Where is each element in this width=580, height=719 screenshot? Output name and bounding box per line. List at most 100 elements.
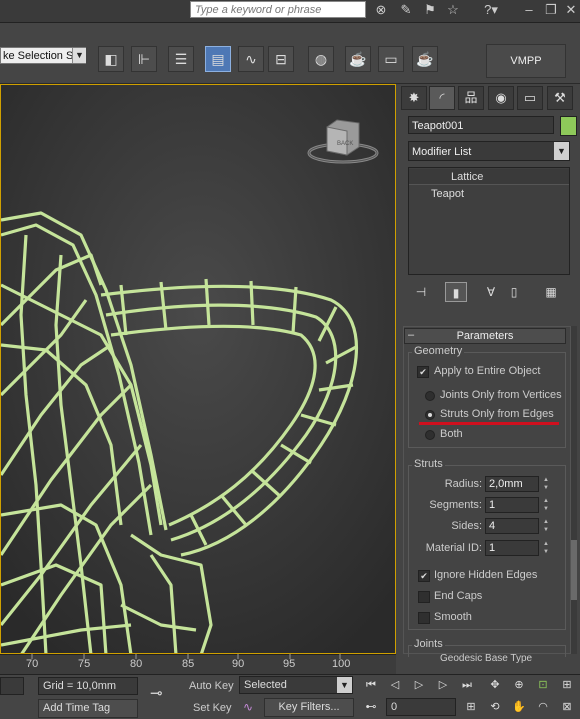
set-key-button[interactable]: Set Key	[193, 702, 232, 714]
smooth-label: Smooth	[434, 611, 472, 623]
collapse-icon[interactable]: –	[408, 328, 414, 342]
restore-icon[interactable]: ❐	[544, 1, 558, 19]
key-mode-icon[interactable]: ∿	[243, 700, 253, 714]
radio-joints-only-label: Joints Only from Vertices	[440, 389, 562, 401]
rendered-frame-icon[interactable]: ▭	[378, 46, 404, 72]
wrench-icon[interactable]: ✎	[398, 1, 414, 19]
auto-key-button[interactable]: Auto Key	[189, 680, 234, 692]
add-time-tag-button[interactable]: Add Time Tag	[38, 699, 138, 718]
grid-readout: Grid = 10,0mm	[38, 677, 138, 695]
radio-both-label: Both	[440, 428, 463, 440]
scene-explorer-icon[interactable]: ▤	[205, 46, 231, 72]
chevron-down-icon[interactable]: ▼	[72, 48, 86, 63]
rollout-header[interactable]: Parameters	[404, 328, 566, 344]
lattice-teapot-wireframe: BACK	[1, 85, 395, 653]
scrollbar-thumb[interactable]	[571, 540, 577, 600]
show-end-result-icon[interactable]: ▮	[445, 282, 467, 302]
render-teapot-icon[interactable]: ☕	[412, 46, 438, 72]
curve-editor-icon[interactable]: ∿	[238, 46, 264, 72]
apply-entire-checkbox[interactable]: ✔	[417, 366, 429, 378]
segments-spinner[interactable]: ▲ ▼	[541, 497, 551, 513]
help-icon[interactable]: ?▾	[480, 1, 502, 19]
dope-sheet-icon[interactable]: ⊟	[268, 46, 294, 72]
viewport-perspective[interactable]: BACK	[0, 84, 396, 654]
play-icon[interactable]: ▷	[410, 676, 428, 694]
go-to-end-icon[interactable]: ⏭	[458, 676, 476, 694]
previous-frame-icon[interactable]: ◁	[386, 676, 404, 694]
minimize-icon[interactable]: –	[522, 1, 536, 19]
struts-group-label: Struts	[412, 458, 445, 470]
sides-field[interactable]: 4	[485, 518, 539, 534]
key-mode-toggle-icon[interactable]: ⊷	[362, 698, 380, 716]
field-of-view-icon[interactable]: ◠	[534, 698, 552, 716]
radius-spinner[interactable]: ▲ ▼	[541, 476, 551, 492]
display-tab-icon[interactable]: ▭	[517, 86, 543, 110]
radio-struts-only-label: Struts Only from Edges	[440, 408, 554, 420]
time-config-icon[interactable]: ⊞	[462, 698, 480, 716]
material-id-field[interactable]: 1	[485, 540, 539, 556]
community-icon[interactable]: ⚑	[422, 1, 438, 19]
motion-tab-icon[interactable]: ◉	[488, 86, 514, 110]
star-icon[interactable]: ☆	[445, 1, 461, 19]
create-tab-icon[interactable]: ✸	[401, 86, 427, 110]
radio-struts-only[interactable]	[425, 410, 435, 420]
geometry-group-label: Geometry	[412, 345, 465, 357]
pin-stack-icon[interactable]: ⊣	[410, 282, 432, 302]
modify-tab-icon[interactable]: ◜	[429, 86, 455, 110]
radius-label: Radius:	[444, 478, 482, 490]
smooth-checkbox[interactable]	[418, 612, 430, 624]
layer-manager-icon[interactable]: ☰	[168, 46, 194, 72]
sides-spinner[interactable]: ▲ ▼	[541, 518, 551, 534]
stack-item-lattice[interactable]: Lattice	[409, 169, 569, 185]
close-icon[interactable]: ✕	[564, 1, 578, 19]
chevron-down-icon[interactable]: ▼	[554, 142, 569, 160]
chevron-down-icon[interactable]: ▼	[337, 677, 352, 693]
current-frame-field[interactable]: 0	[386, 698, 456, 716]
segments-field[interactable]: 1	[485, 497, 539, 513]
ignore-hidden-edges-label: Ignore Hidden Edges	[434, 569, 538, 581]
coordinate-field[interactable]	[0, 677, 24, 695]
object-name-field[interactable]: Teapot001	[408, 116, 554, 134]
annotation-underline	[419, 422, 559, 425]
align-icon[interactable]: ⊩	[131, 46, 157, 72]
selection-filter-dropdown[interactable]: Selected	[239, 676, 353, 694]
render-setup-icon[interactable]: ☕	[345, 46, 371, 72]
maximize-viewport-icon[interactable]: ⊠	[558, 698, 576, 716]
mirror-icon[interactable]: ◧	[98, 46, 124, 72]
material-id-spinner[interactable]: ▲ ▼	[541, 540, 551, 556]
key-icon[interactable]: ⊸	[150, 684, 163, 702]
go-to-start-icon[interactable]: ⏮	[362, 676, 380, 694]
viewcube-face-label: BACK	[337, 141, 353, 147]
stack-item-teapot[interactable]: Teapot	[409, 186, 569, 202]
binoculars-icon[interactable]: ⊗	[373, 1, 389, 19]
apply-entire-label: Apply to Entire Object	[434, 365, 541, 377]
modifier-list-dropdown[interactable]: Modifier List	[408, 141, 570, 161]
material-editor-icon[interactable]: ◍	[308, 46, 334, 72]
end-caps-checkbox[interactable]	[418, 591, 430, 603]
utilities-tab-icon[interactable]: ⚒	[547, 86, 573, 110]
remove-modifier-icon[interactable]: ▯	[503, 282, 525, 302]
walkthrough-icon[interactable]: ✋	[510, 698, 528, 716]
vmpp-button[interactable]: VMPP	[486, 44, 566, 78]
ignore-hidden-edges-checkbox[interactable]: ✔	[418, 570, 430, 582]
radio-joints-only[interactable]	[425, 391, 435, 401]
radius-field[interactable]: 2,0mm	[485, 476, 539, 492]
key-filters-button[interactable]: Key Filters...	[264, 698, 354, 717]
next-frame-icon[interactable]: ▷	[434, 676, 452, 694]
zoom-all-icon[interactable]: ⊞	[558, 676, 576, 694]
pan-view-icon[interactable]: ✥	[486, 676, 504, 694]
command-panel-scrollbar[interactable]	[571, 326, 577, 654]
search-input[interactable]: Type a keyword or phrase	[190, 1, 366, 18]
zoom-icon[interactable]: ⊕	[510, 676, 528, 694]
sides-label: Sides:	[451, 520, 482, 532]
configure-sets-icon[interactable]: ▦	[540, 282, 562, 302]
zoom-extents-icon[interactable]: ⊡	[534, 676, 552, 694]
make-unique-icon[interactable]: ∀	[480, 282, 502, 302]
end-caps-label: End Caps	[434, 590, 483, 602]
radio-both[interactable]	[425, 430, 435, 440]
joints-group-label: Joints	[412, 638, 445, 650]
object-color-swatch[interactable]	[560, 116, 577, 136]
hierarchy-tab-icon[interactable]: 品	[458, 86, 484, 110]
segments-label: Segments:	[429, 499, 482, 511]
orbit-icon[interactable]: ⟲	[486, 698, 504, 716]
